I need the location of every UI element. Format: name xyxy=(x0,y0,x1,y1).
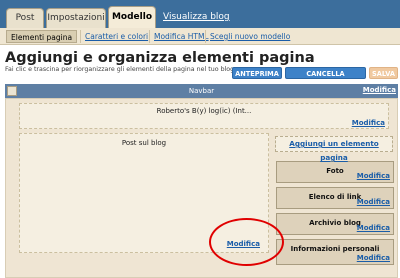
gadget-informazioni-personali-title: Informazioni personali xyxy=(290,245,380,253)
highlight-circle xyxy=(209,218,284,266)
navbar-edit-link[interactable]: Modifica xyxy=(363,86,396,94)
tab-post[interactable]: Post xyxy=(6,8,44,28)
gadget-informazioni-personali[interactable]: Informazioni personali Modifica xyxy=(276,239,394,265)
subtab-modifica-html[interactable]: Modifica HTML xyxy=(149,30,213,43)
layout-area: Roberto's B(y) log(ic) (Int... Modifica … xyxy=(5,98,398,278)
gadget-elenco-link[interactable]: Elenco di link Modifica xyxy=(276,187,394,209)
tab-impostazioni[interactable]: Impostazioni xyxy=(46,8,106,28)
blog-posts-title: Post sul blog xyxy=(121,139,167,147)
navbar-section: Navbar Modifica xyxy=(5,84,398,98)
clear-changes-button[interactable]: CANCELLA MODIFICHE xyxy=(285,67,366,90)
header-edit-link[interactable]: Modifica xyxy=(352,119,385,127)
header-element-title: Roberto's B(y) log(ic) (Int... xyxy=(156,107,252,115)
subtab-elementi-pagina[interactable]: Elementi pagina xyxy=(6,30,78,43)
sub-tab-bar: Elementi pagina Caratteri e colori Modif… xyxy=(0,28,400,45)
tab-modello[interactable]: Modello xyxy=(108,6,156,28)
page-title: Aggiungi e organizza elementi pagina xyxy=(5,50,315,66)
subtab-scegli-modello[interactable]: Scegli nuovo modello xyxy=(205,30,294,43)
subtab-caratteri-colori[interactable]: Caratteri e colori xyxy=(80,30,152,43)
header-element[interactable]: Roberto's B(y) log(ic) (Int... Modifica xyxy=(19,103,389,129)
save-button[interactable]: SALVA xyxy=(369,67,398,79)
add-page-element-link[interactable]: Aggiungi un elemento pagina xyxy=(275,136,393,162)
page-subtitle: Fai clic e trascina per riorganizzare gl… xyxy=(5,66,237,73)
gadget-archivio-blog[interactable]: Archivio blog Modifica xyxy=(276,213,394,235)
top-tab-bar: Post Impostazioni Modello Visualizza blo… xyxy=(0,0,400,28)
preview-button[interactable]: ANTEPRIMA xyxy=(232,67,282,79)
navbar-title: Navbar xyxy=(188,87,215,95)
gadget-informazioni-personali-edit-link[interactable]: Modifica xyxy=(357,254,390,262)
gadget-elenco-link-edit-link[interactable]: Modifica xyxy=(357,198,390,206)
gadget-archivio-blog-edit-link[interactable]: Modifica xyxy=(357,224,390,232)
view-blog-link[interactable]: Visualizza blog xyxy=(163,12,230,22)
gadget-foto-edit-link[interactable]: Modifica xyxy=(357,172,390,180)
